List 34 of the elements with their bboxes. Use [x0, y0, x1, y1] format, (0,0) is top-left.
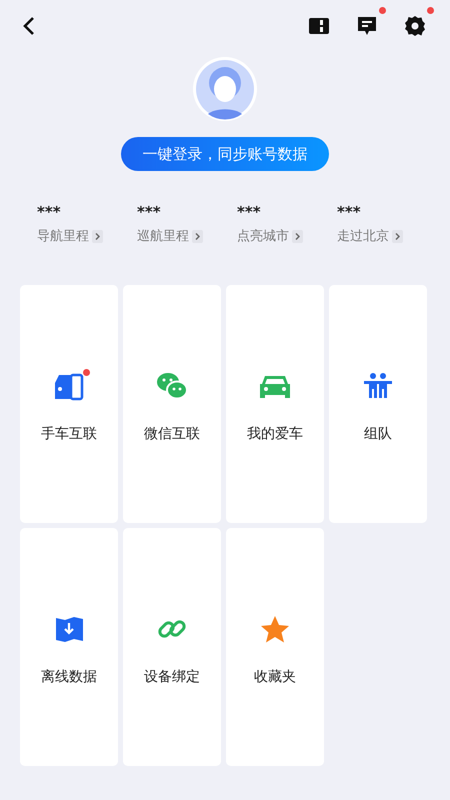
feature-tile[interactable]: 离线数据 [20, 528, 118, 766]
people-icon [361, 371, 395, 401]
tile-label: 我的爱车 [247, 425, 303, 443]
feature-tile[interactable]: 微信互联 [123, 285, 221, 523]
chevron-icon[interactable] [392, 230, 403, 242]
stat-value: *** [137, 203, 162, 223]
stat-label[interactable]: 巡航里程 [137, 227, 189, 245]
feature-tile[interactable]: 设备绑定 [123, 528, 221, 766]
book-icon[interactable] [308, 16, 330, 36]
feature-tile[interactable]: 手车互联 [20, 285, 118, 523]
feature-tile[interactable]: 组队 [329, 285, 427, 523]
settings-icon[interactable] [404, 15, 426, 37]
tile-label: 设备绑定 [144, 668, 200, 686]
message-icon[interactable] [356, 15, 378, 37]
stat-label[interactable]: 走过北京 [337, 227, 389, 245]
stat-label[interactable]: 点亮城市 [237, 227, 289, 245]
feature-tile[interactable]: 我的爱车 [226, 285, 324, 523]
feature-tile[interactable]: 收藏夹 [226, 528, 324, 766]
stat-value: *** [337, 203, 362, 223]
stat-label[interactable]: 导航里程 [37, 227, 89, 245]
tile-label: 手车互联 [41, 425, 97, 443]
avatar[interactable] [192, 56, 258, 122]
back-icon[interactable] [22, 16, 36, 36]
tile-label: 微信互联 [144, 425, 200, 443]
tile-label: 离线数据 [41, 668, 97, 686]
stat-value: *** [237, 203, 262, 223]
stat-value: *** [37, 203, 62, 223]
chevron-icon[interactable] [192, 230, 203, 242]
chevron-icon[interactable] [92, 230, 103, 242]
tile-label: 收藏夹 [254, 668, 296, 686]
car-phone-icon [52, 371, 86, 401]
tile-label: 组队 [364, 425, 392, 443]
chevron-icon[interactable] [292, 230, 303, 242]
login-button[interactable]: 一键登录，同步账号数据 [121, 137, 329, 171]
